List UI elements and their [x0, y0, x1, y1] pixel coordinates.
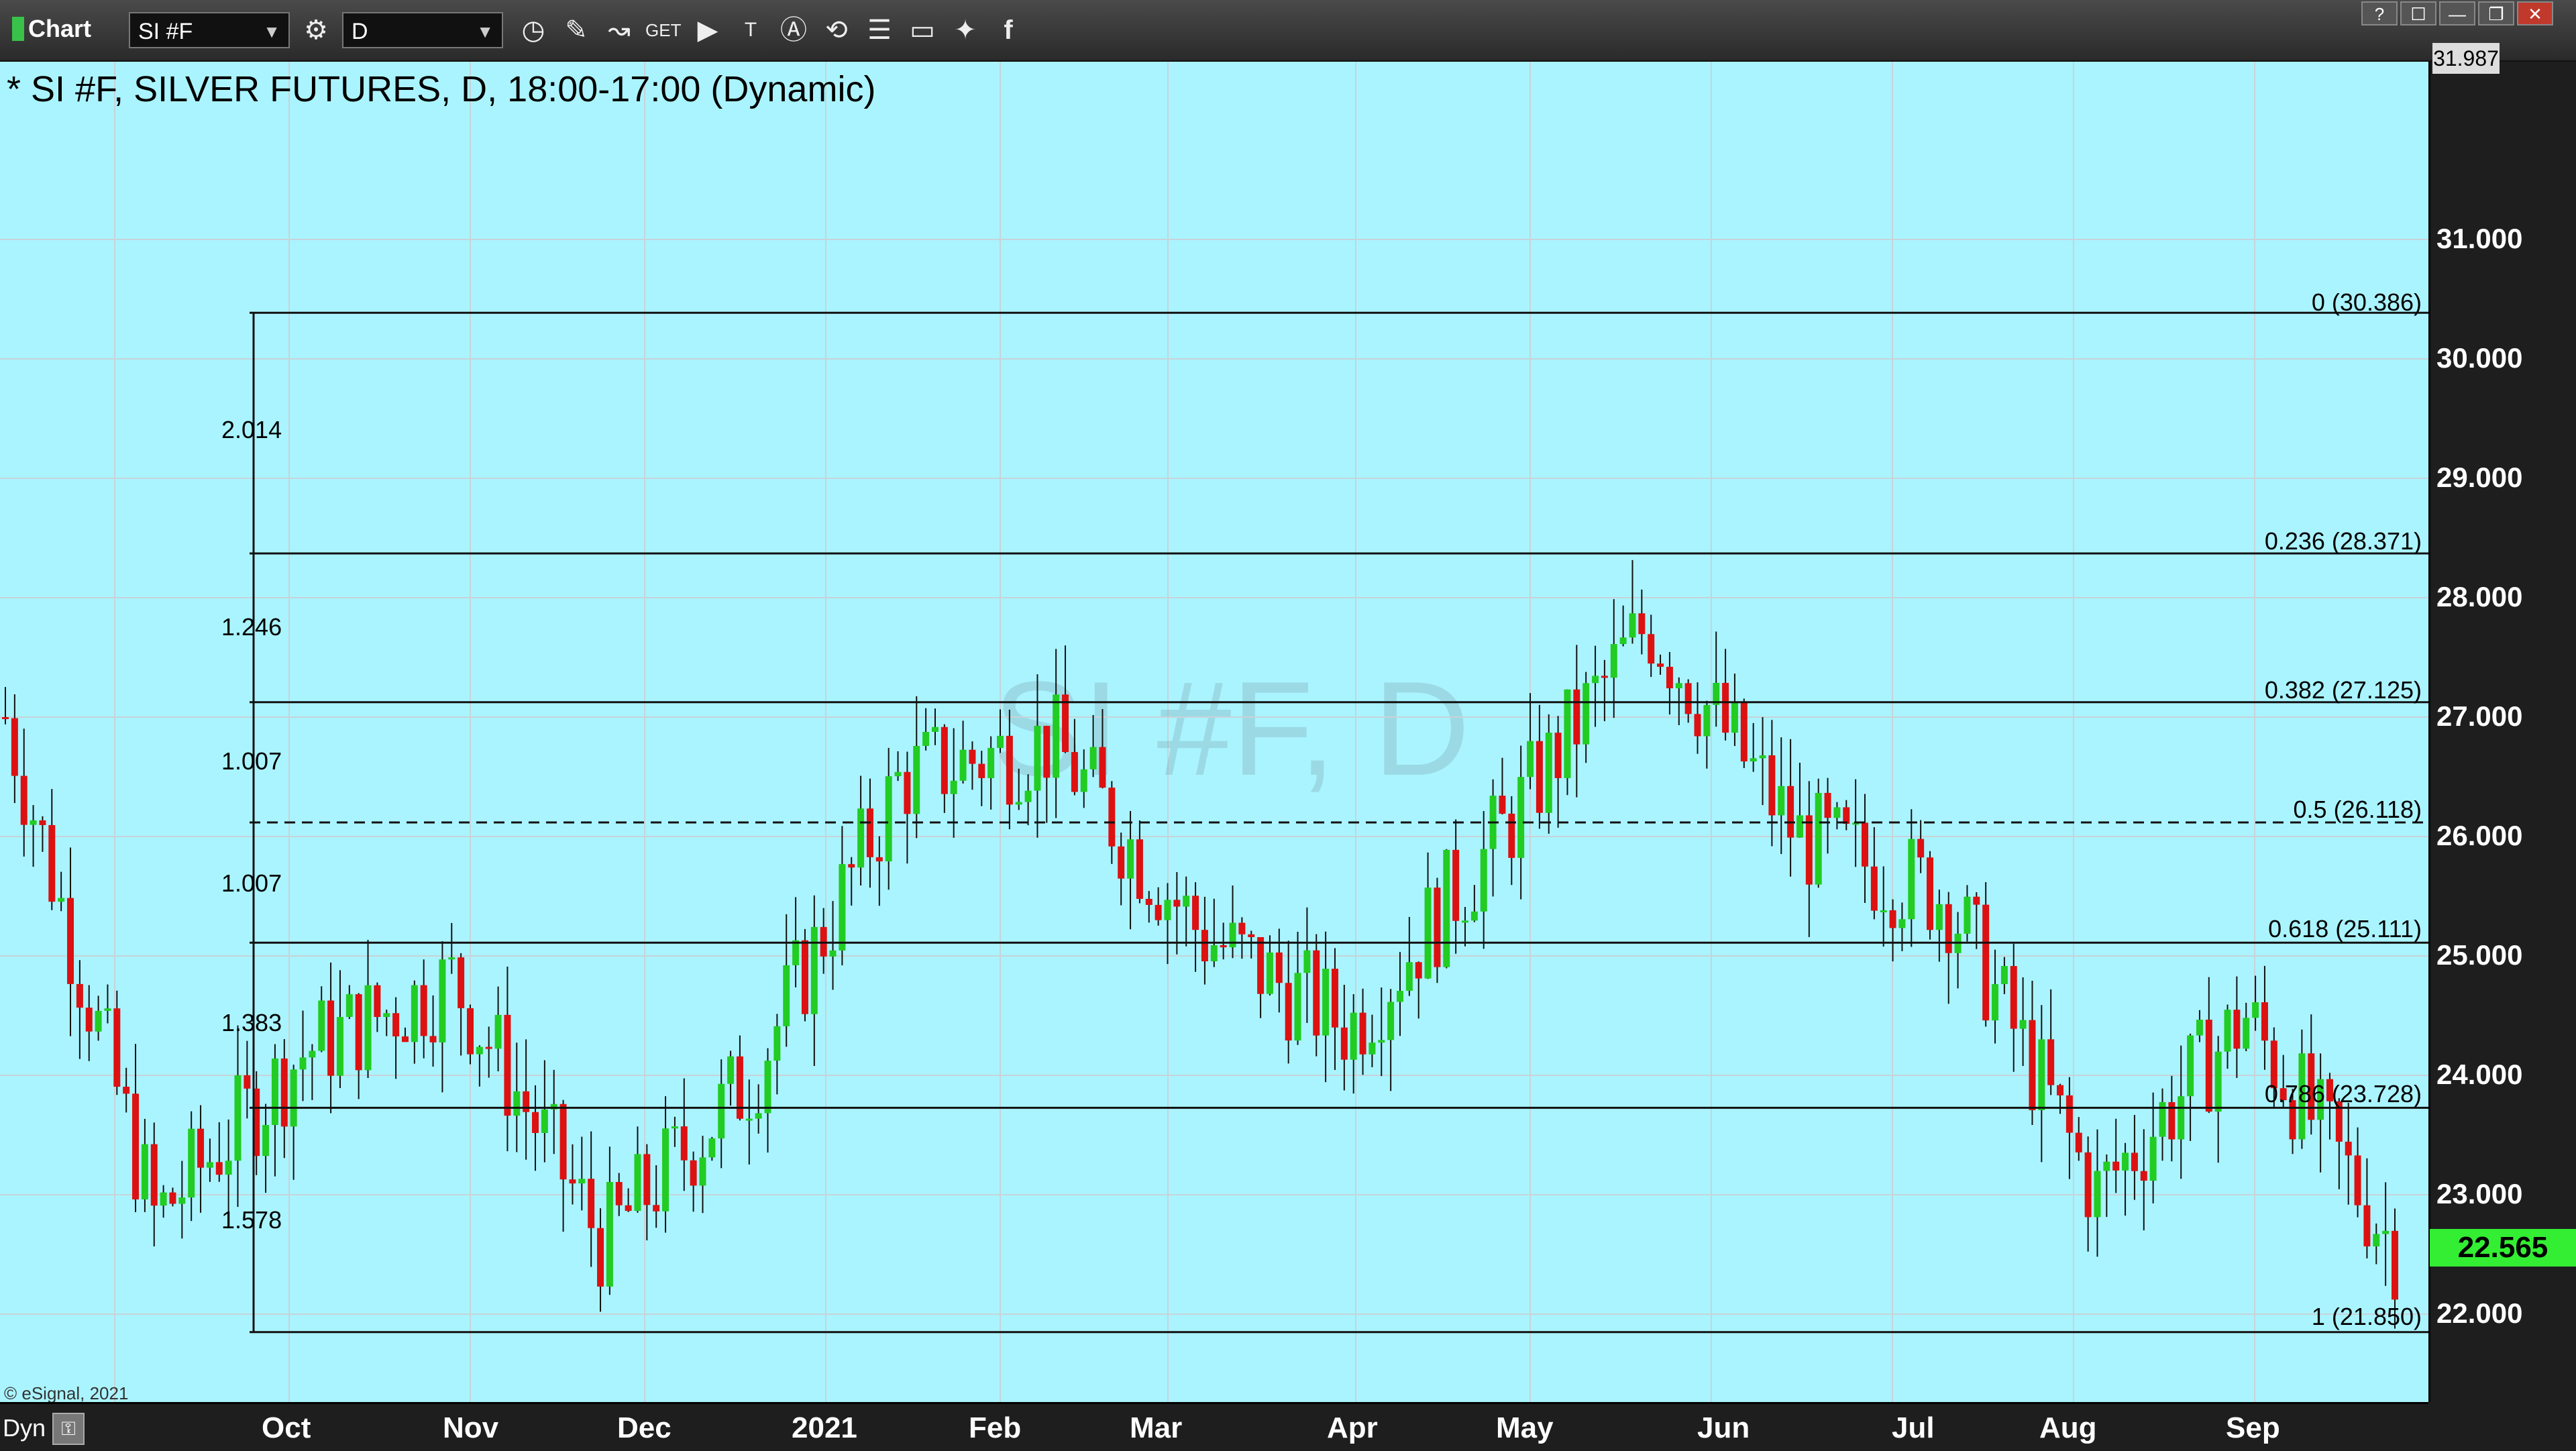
layout-icon[interactable]: ☰: [863, 13, 896, 47]
copyright-text: © eSignal, 2021: [4, 1383, 129, 1402]
interval-input[interactable]: D ▼: [342, 12, 503, 48]
month-label: Jun: [1697, 1411, 1750, 1444]
chart-title: * SI #F, SILVER FUTURES, D, 18:00-17:00 …: [7, 69, 876, 109]
price-axis-label: 30.000: [2436, 342, 2523, 374]
fib-ratio-label: 1.246: [221, 613, 282, 641]
symbol-settings-icon[interactable]: ⚙: [299, 13, 333, 47]
price-axis-label: 26.000: [2436, 820, 2523, 851]
chart-plot-area[interactable]: SI #F, D * SI #F, SILVER FUTURES, D, 18:…: [0, 62, 2428, 1402]
chart-window-title: Chart: [12, 15, 91, 43]
pencil-draw-icon[interactable]: ✎: [559, 13, 593, 47]
symbol-input[interactable]: SI #F ▼: [129, 12, 290, 48]
dynamic-mode-label[interactable]: Dyn: [3, 1414, 46, 1442]
price-axis-label: 25.000: [2436, 939, 2523, 971]
fibonacci-retracement[interactable]: [0, 62, 2428, 1402]
fib-level-label: 0.5 (26.118): [2293, 796, 2422, 823]
month-label: Feb: [969, 1411, 1022, 1444]
alert-icon[interactable]: Ⓐ: [777, 13, 810, 47]
chart-window-title-text: Chart: [28, 15, 92, 42]
price-axis-label: 22.000: [2436, 1297, 2523, 1329]
symbol-value: SI #F: [138, 19, 193, 44]
price-axis-label: 28.000: [2436, 581, 2523, 612]
chart-app-icon: [12, 17, 24, 41]
minimize-button[interactable]: —: [2439, 1, 2475, 25]
month-label: Apr: [1327, 1411, 1378, 1444]
price-axis-label: 31.000: [2436, 223, 2523, 254]
interval-value: D: [352, 19, 368, 44]
last-price-tag: 22.565: [2430, 1229, 2576, 1267]
twitter-icon[interactable]: ✦: [949, 13, 982, 47]
fib-level-label: 1 (21.850): [2311, 1303, 2422, 1330]
price-axis-label: 24.000: [2436, 1059, 2523, 1090]
fib-level-label: 0.618 (25.111): [2268, 915, 2422, 943]
month-label: Mar: [1130, 1411, 1183, 1444]
month-label: Aug: [2039, 1411, 2097, 1444]
axis-top-value: 31.987: [2432, 43, 2500, 74]
price-axis-label: 29.000: [2436, 462, 2523, 493]
month-label: Sep: [2226, 1411, 2280, 1444]
fib-level-label: 0 (30.386): [2311, 288, 2422, 316]
fib-ratio-label: 1.007: [221, 869, 282, 897]
text-tool-icon[interactable]: T: [734, 13, 767, 47]
chevron-down-icon[interactable]: ▼: [476, 13, 494, 50]
chat-icon[interactable]: ▭: [906, 13, 939, 47]
play-icon[interactable]: ▶: [691, 13, 724, 47]
month-label: 2021: [792, 1411, 857, 1444]
close-button[interactable]: ✕: [2517, 1, 2553, 25]
month-label: Dec: [617, 1411, 672, 1444]
help-button[interactable]: ?: [2361, 1, 2398, 25]
fib-level-label: 0.382 (27.125): [2264, 676, 2422, 704]
fib-level-label: 0.786 (23.728): [2264, 1080, 2422, 1108]
month-label: Nov: [443, 1411, 499, 1444]
fib-ratio-label: 1.007: [221, 747, 282, 775]
fib-ratio-label: 1.578: [221, 1206, 282, 1234]
facebook-icon[interactable]: f: [991, 13, 1025, 47]
fib-level-label: 0.236 (28.371): [2264, 527, 2422, 555]
price-axis-label: 27.000: [2436, 700, 2523, 732]
fib-ratio-label: 1.383: [221, 1009, 282, 1036]
month-label: Oct: [262, 1411, 311, 1444]
month-label: Jul: [1892, 1411, 1935, 1444]
link-icon[interactable]: ⟲: [820, 13, 853, 47]
study-curve-icon[interactable]: ↝: [602, 13, 636, 47]
get-data-icon[interactable]: GET: [645, 13, 681, 47]
clock-icon[interactable]: ◷: [517, 13, 550, 47]
month-label: May: [1496, 1411, 1554, 1444]
lock-icon[interactable]: ⚿: [52, 1413, 85, 1445]
chevron-down-icon[interactable]: ▼: [263, 13, 280, 50]
fib-ratio-label: 2.014: [221, 416, 282, 443]
price-axis-label: 23.000: [2436, 1178, 2523, 1210]
toolbar: Chart SI #F ▼ ⚙ D ▼ ◷ ✎ ↝ GET ▶ T Ⓐ ⟲ ☰ …: [0, 0, 2576, 62]
maximize-button[interactable]: ❐: [2478, 1, 2514, 25]
restore-small-button[interactable]: ☐: [2400, 1, 2436, 25]
